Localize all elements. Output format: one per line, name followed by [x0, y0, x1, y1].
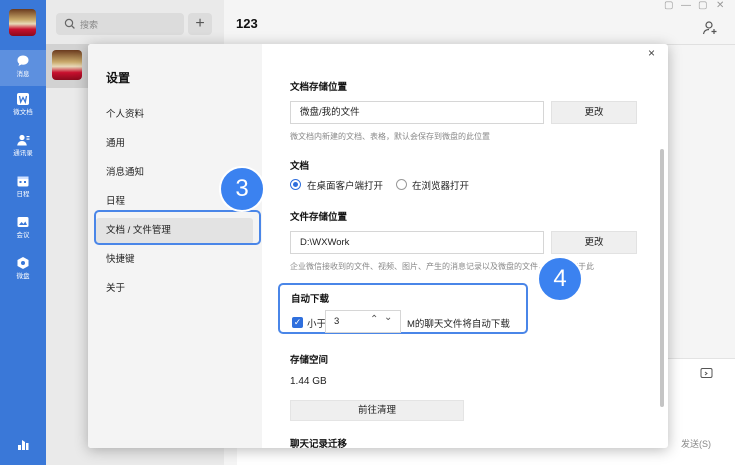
nav-contacts[interactable]: 通讯录: [0, 129, 46, 165]
search-icon: [64, 18, 75, 29]
nav-label: 日程: [16, 191, 30, 198]
doc-location-field[interactable]: 微盘/我的文件: [290, 101, 544, 124]
menu-item-profile[interactable]: 个人资料: [96, 102, 253, 128]
workbench-icon[interactable]: [16, 437, 30, 451]
nav-label: 会议: [16, 232, 30, 239]
my-avatar[interactable]: [9, 9, 36, 36]
auto-download-title: 自动下载: [291, 294, 330, 305]
storage-size: 1.44 GB: [290, 376, 327, 387]
doc-w-icon: [17, 93, 29, 105]
file-location-field[interactable]: D:\WXWork: [290, 231, 544, 254]
nav-messages[interactable]: 消息: [0, 50, 46, 86]
doc-hint: 微文档内新建的文档、表格，默认会保存到微盘的此位置: [290, 132, 490, 141]
less-than-label: 小于: [307, 319, 327, 330]
nav-docs[interactable]: 微文档: [0, 88, 46, 124]
scrollbar[interactable]: [660, 149, 664, 407]
doc-location-title: 文档存储位置: [290, 82, 348, 93]
search-placeholder: 搜索: [80, 20, 99, 30]
radio-browser[interactable]: [396, 179, 407, 190]
step-badge: 3: [219, 166, 265, 212]
minimize-button[interactable]: —: [681, 0, 691, 11]
settings-content: 文档存储位置 微盘/我的文件 更改 微文档内新建的文档、表格，默认会保存到微盘的…: [262, 44, 668, 448]
nav-meeting[interactable]: 会议: [0, 211, 46, 247]
file-location-title: 文件存储位置: [290, 212, 348, 223]
meeting-icon: [17, 217, 29, 227]
maximize-button[interactable]: ▢: [698, 0, 707, 11]
nav-calendar[interactable]: 日程: [0, 170, 46, 206]
clean-up-button[interactable]: 前往清理: [290, 400, 464, 421]
screenshot-icon[interactable]: [700, 367, 713, 380]
doc-change-button[interactable]: 更改: [551, 101, 637, 124]
dialog-title: 设置: [106, 71, 131, 85]
file-change-button[interactable]: 更改: [551, 231, 637, 254]
avatar: [52, 50, 82, 80]
add-button[interactable]: +: [188, 13, 212, 35]
nav-label: 消息: [16, 71, 30, 78]
nav-drive[interactable]: 微盘: [0, 252, 46, 288]
chevron-up-icon[interactable]: ⌃: [370, 314, 378, 325]
nav-label: 微盘: [16, 273, 30, 280]
auto-download-box: 自动下载 ✓ 小于 3 ⌃ ⌄ M的聊天文件将自动下载: [278, 283, 528, 334]
settings-dialog: 设置 个人资料 通用 消息通知 日程 文档 / 文件管理 快捷键 关于 3 文档…: [88, 44, 668, 448]
nav-rail: 消息 微文档 通讯录 日程 会议 微盘: [0, 0, 46, 465]
nav-label: 通讯录: [13, 150, 33, 157]
settings-menu: 设置 个人资料 通用 消息通知 日程 文档 / 文件管理 快捷键 关于 3: [88, 44, 265, 448]
add-member-icon[interactable]: [702, 20, 718, 36]
close-window-button[interactable]: ✕: [716, 0, 724, 11]
search-input[interactable]: 搜索: [56, 13, 184, 35]
size-value: 3: [334, 316, 340, 327]
drive-icon: [17, 257, 29, 269]
menu-item-general[interactable]: 通用: [96, 131, 253, 157]
pin-window-button[interactable]: ▢: [664, 0, 673, 11]
auto-download-suffix: M的聊天文件将自动下载: [407, 319, 510, 330]
storage-title: 存储空间: [290, 355, 329, 366]
doc-open-title: 文档: [290, 161, 310, 172]
radio-desktop[interactable]: [290, 179, 301, 190]
auto-download-checkbox[interactable]: ✓: [292, 317, 303, 328]
size-stepper[interactable]: 3 ⌃ ⌄: [325, 310, 401, 333]
radio-browser-label[interactable]: 在浏览器打开: [412, 178, 469, 192]
migrate-title: 聊天记录迁移: [290, 439, 348, 448]
radio-desktop-label[interactable]: 在桌面客户端打开: [307, 178, 383, 192]
menu-item-shortcuts[interactable]: 快捷键: [96, 247, 253, 273]
contacts-icon: [17, 134, 30, 146]
menu-item-about[interactable]: 关于: [96, 276, 253, 302]
chat-bubble-icon: [17, 55, 29, 66]
chevron-down-icon[interactable]: ⌄: [384, 312, 392, 323]
send-button[interactable]: 发送(S): [681, 437, 711, 450]
nav-label: 微文档: [13, 109, 33, 116]
highlight-frame: [94, 210, 261, 245]
calendar-icon: [17, 176, 29, 187]
chat-title: 123: [236, 16, 258, 31]
close-dialog-button[interactable]: ×: [648, 46, 655, 60]
step-badge: 4: [537, 256, 583, 302]
